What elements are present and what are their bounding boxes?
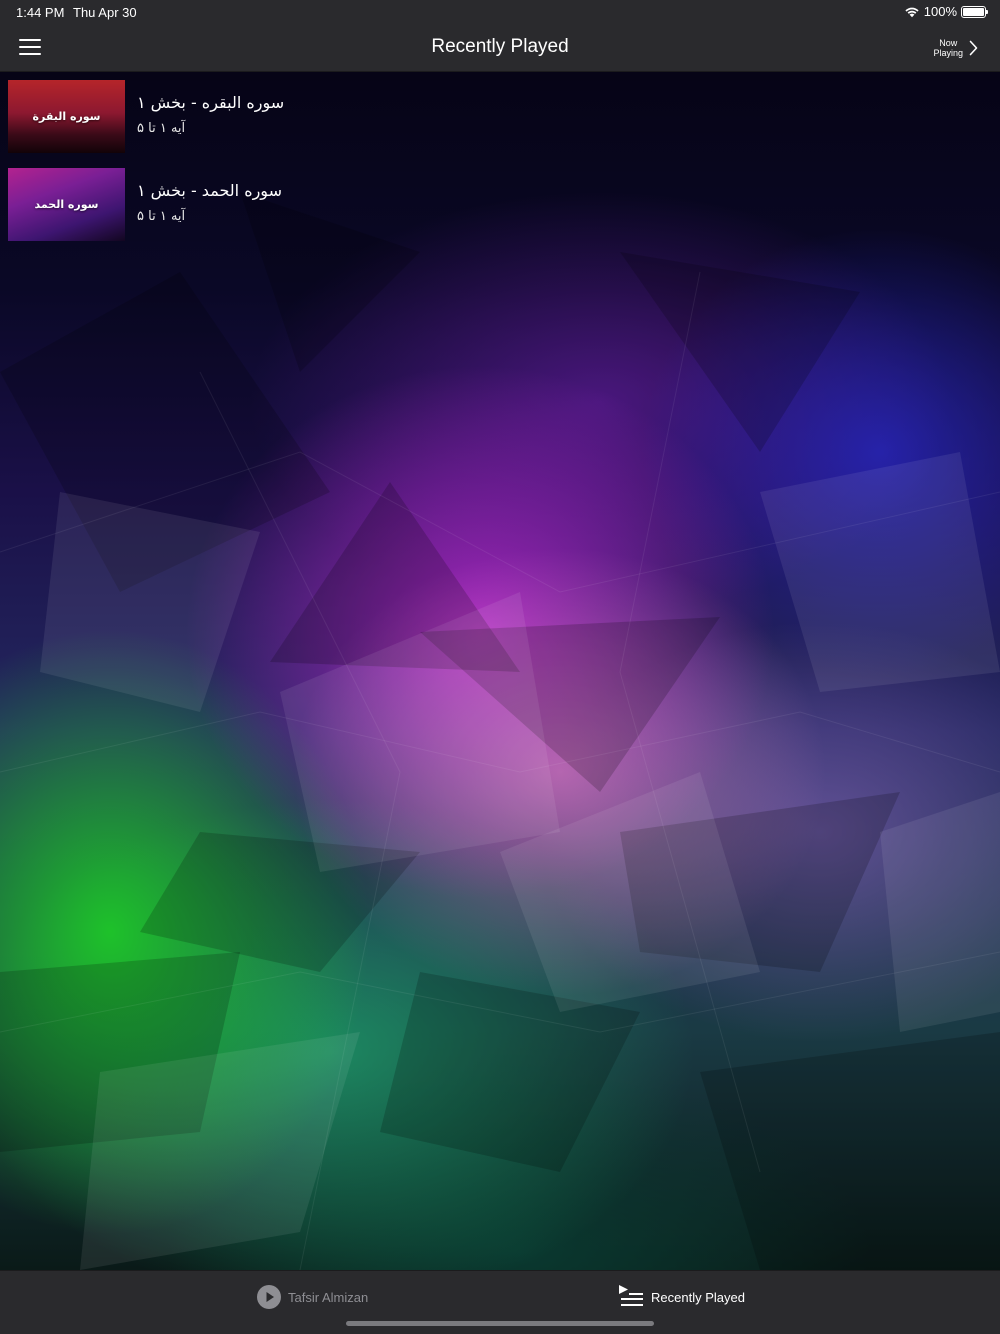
item-subtitle: آیه ۱ تا ۵ [137, 209, 186, 224]
item-thumbnail: سوره البقرة [8, 80, 125, 153]
now-playing-button[interactable]: Now Playing [933, 36, 978, 60]
home-indicator[interactable] [346, 1321, 654, 1326]
page-title: Recently Played [431, 36, 569, 57]
playlist-icon [619, 1285, 643, 1306]
tab-label: Recently Played [651, 1289, 745, 1305]
list-item[interactable]: سوره البقرة سوره البقره - بخش ۱ آیه ۱ تا… [0, 73, 1000, 159]
item-title: سوره الحمد - بخش ۱ [137, 181, 282, 200]
chevron-right-icon [969, 40, 978, 56]
item-thumbnail: سوره الحمد [8, 168, 125, 241]
polygon-pattern [0, 192, 1000, 1270]
play-circle-icon [257, 1285, 281, 1309]
item-subtitle: آیه ۱ تا ۵ [137, 121, 186, 136]
item-title: سوره البقره - بخش ۱ [137, 93, 285, 112]
tab-tafsir-almizan[interactable]: Tafsir Almizan [257, 1283, 368, 1311]
battery-icon [961, 5, 988, 18]
status-indicators: 100% [904, 4, 988, 19]
wifi-icon [905, 7, 919, 17]
background-artwork [0, 72, 1000, 1270]
navigation-bar: Recently Played Now Playing [0, 24, 1000, 72]
battery-percentage: 100% [923, 4, 957, 19]
status-date: Thu Apr 30 [73, 5, 137, 20]
thumbnail-label: سوره الحمد [34, 198, 99, 211]
status-time: 1:44 PM [16, 5, 65, 20]
status-bar: 1:44 PM Thu Apr 30 100% [0, 0, 1000, 24]
tab-recently-played[interactable]: Recently Played [618, 1283, 745, 1311]
list-item[interactable]: سوره الحمد سوره الحمد - بخش ۱ آیه ۱ تا ۵ [0, 161, 1000, 247]
tab-label: Tafsir Almizan [288, 1289, 369, 1305]
now-playing-label: Now Playing [933, 38, 963, 58]
thumbnail-label: سوره البقرة [32, 110, 101, 123]
